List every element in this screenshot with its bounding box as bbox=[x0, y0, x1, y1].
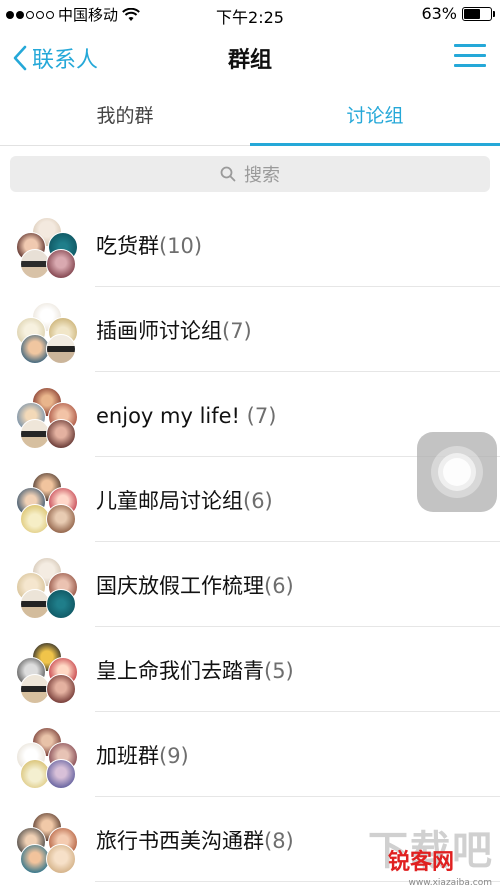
group-name: 加班群 bbox=[96, 744, 159, 768]
member-avatar bbox=[46, 504, 76, 534]
chevron-left-icon bbox=[13, 45, 27, 71]
menu-bar bbox=[454, 64, 486, 67]
member-avatar bbox=[46, 674, 76, 704]
group-list: 吃货群(10) 插画师讨论组(7) enjoy my life! (7) 儿童邮… bbox=[0, 202, 500, 882]
group-avatar bbox=[16, 302, 78, 364]
group-title: 国庆放假工作梳理(6) bbox=[96, 542, 294, 627]
tab-discussion-groups[interactable]: 讨论组 bbox=[250, 90, 500, 146]
member-count: (8) bbox=[264, 829, 294, 853]
watermark-url: www.xiazaiba.com bbox=[408, 878, 492, 888]
member-avatar bbox=[46, 249, 76, 279]
group-title: enjoy my life! (7) bbox=[96, 372, 276, 457]
group-name: 插画师讨论组 bbox=[96, 319, 222, 343]
member-count: (7) bbox=[246, 404, 277, 428]
member-avatar bbox=[46, 334, 76, 364]
group-avatar bbox=[16, 642, 78, 704]
group-title: 插画师讨论组(7) bbox=[96, 287, 252, 372]
battery-icon bbox=[462, 6, 495, 21]
assistive-touch-ring bbox=[443, 458, 471, 486]
battery-fill bbox=[464, 8, 481, 19]
search-icon bbox=[220, 166, 236, 182]
search-input[interactable]: 搜索 bbox=[10, 156, 490, 192]
group-name: 吃货群 bbox=[96, 234, 159, 258]
status-right: 63% bbox=[421, 4, 495, 23]
group-avatar bbox=[16, 217, 78, 279]
group-avatar bbox=[16, 727, 78, 789]
group-title: 儿童邮局讨论组(6) bbox=[96, 457, 273, 542]
menu-bar bbox=[454, 54, 486, 57]
member-count: (6) bbox=[243, 489, 273, 513]
list-item[interactable]: 吃货群(10) bbox=[0, 202, 500, 287]
segment-tabs: 我的群 讨论组 bbox=[0, 90, 500, 146]
battery-percent: 63% bbox=[421, 4, 457, 23]
group-title: 旅行书西美沟通群(8) bbox=[96, 797, 294, 882]
watermark: 下载吧 锐客网 www.xiazaiba.com bbox=[364, 818, 494, 888]
group-name: enjoy my life! bbox=[96, 404, 240, 428]
list-item[interactable]: 皇上命我们去踏青(5) bbox=[0, 627, 500, 712]
tab-my-groups[interactable]: 我的群 bbox=[0, 90, 250, 146]
status-bar: 中国移动 下午2:25 63% bbox=[0, 0, 500, 28]
watermark-brand: 锐客网 bbox=[387, 850, 454, 875]
group-avatar bbox=[16, 387, 78, 449]
member-avatar bbox=[46, 844, 76, 874]
menu-bar bbox=[454, 44, 486, 47]
navigation-bar: 联系人 群组 bbox=[0, 28, 500, 86]
list-item[interactable]: 国庆放假工作梳理(6) bbox=[0, 542, 500, 627]
search-placeholder: 搜索 bbox=[244, 165, 280, 186]
member-avatar bbox=[46, 759, 76, 789]
back-button[interactable]: 联系人 bbox=[10, 42, 98, 74]
back-label: 联系人 bbox=[32, 48, 99, 73]
group-avatar bbox=[16, 557, 78, 619]
member-count: (10) bbox=[159, 234, 203, 258]
search-area: 搜索 bbox=[0, 146, 500, 202]
member-avatar bbox=[46, 589, 76, 619]
group-avatar bbox=[16, 812, 78, 874]
member-count: (6) bbox=[264, 574, 294, 598]
group-name: 国庆放假工作梳理 bbox=[96, 574, 264, 598]
member-avatar bbox=[46, 419, 76, 449]
group-avatar bbox=[16, 472, 78, 534]
group-name: 儿童邮局讨论组 bbox=[96, 489, 243, 513]
menu-icon[interactable] bbox=[454, 42, 486, 70]
group-name: 旅行书西美沟通群 bbox=[96, 829, 264, 853]
group-title: 加班群(9) bbox=[96, 712, 189, 797]
list-item[interactable]: 加班群(9) bbox=[0, 712, 500, 797]
member-count: (7) bbox=[222, 319, 252, 343]
member-count: (5) bbox=[264, 659, 294, 683]
group-title: 皇上命我们去踏青(5) bbox=[96, 627, 294, 712]
assistive-touch-button[interactable] bbox=[417, 432, 497, 512]
member-count: (9) bbox=[159, 744, 189, 768]
group-name: 皇上命我们去踏青 bbox=[96, 659, 264, 683]
group-title: 吃货群(10) bbox=[96, 202, 202, 287]
list-item[interactable]: 插画师讨论组(7) bbox=[0, 287, 500, 372]
